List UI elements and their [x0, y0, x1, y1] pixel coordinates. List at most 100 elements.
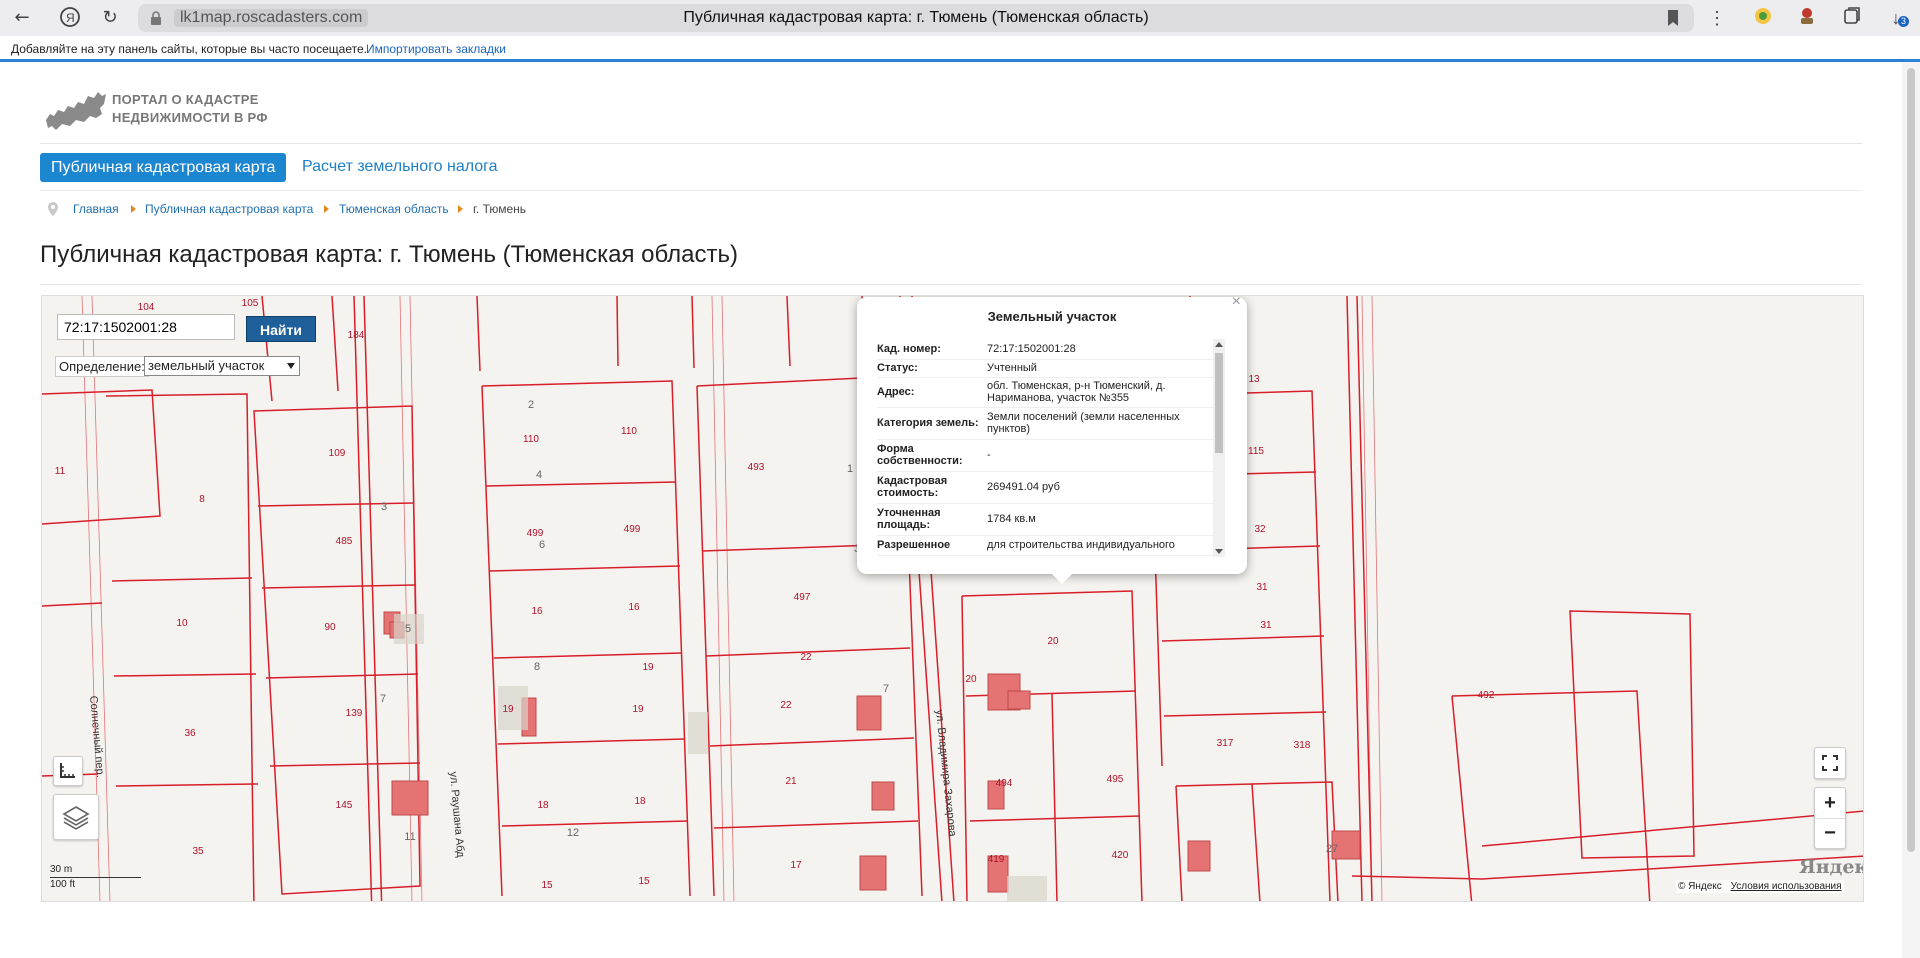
parcel-label: 16 — [628, 602, 640, 613]
breadcrumb-cadastral-map[interactable]: Публичная кадастровая карта — [145, 202, 313, 216]
parcel-info-popup: × Земельный участок Кад. номер: 72:17:150… — [857, 296, 1247, 584]
bookmark-icon[interactable] — [1666, 9, 1680, 27]
parcel-label: 317 — [1217, 738, 1234, 749]
tab-land-tax[interactable]: Расчет земельного налога — [302, 158, 498, 176]
parcel-label: 497 — [794, 592, 811, 603]
parcel-label: 19 — [502, 704, 514, 715]
attr-value: 1784 кв.м — [987, 503, 1213, 536]
popup-tail — [1052, 574, 1072, 584]
parcel-label: 5 — [405, 623, 411, 635]
address-bar[interactable]: lk1map.roscadasters.com Публичная кадаст… — [138, 4, 1694, 32]
layers-button[interactable] — [53, 794, 99, 840]
attr-value: Учтенный — [987, 359, 1213, 378]
attr-value: 269491.04 руб — [987, 471, 1213, 504]
fullscreen-button[interactable] — [1814, 747, 1846, 779]
attr-key: Кад. номер: — [877, 339, 987, 360]
parcel-label: 3 — [381, 501, 387, 513]
site-logo-text[interactable]: ПОРТАЛ О КАДАСТРЕ НЕДВИЖИМОСТИ В РФ — [112, 91, 268, 127]
scroll-up-icon[interactable] — [1215, 342, 1223, 347]
tab-cadastral-map[interactable]: Публичная кадастровая карта — [40, 153, 287, 182]
parcel-label: 17 — [790, 860, 802, 871]
parcel-label: 19 — [642, 662, 654, 673]
attr-key: Адрес: — [877, 377, 987, 408]
parcel-label: 492 — [1478, 690, 1495, 701]
breadcrumb-home[interactable]: Главная — [73, 202, 119, 216]
parcel-attributes-table: Кад. номер: 72:17:1502001:28 Статус: Учтен… — [877, 339, 1213, 556]
find-button[interactable]: Найти — [246, 316, 316, 342]
parcel-label: 4 — [536, 469, 542, 481]
logo-line-2: НЕДВИЖИМОСТИ В РФ — [112, 110, 268, 125]
parcel-label: 104 — [138, 302, 155, 313]
russia-map-logo-icon[interactable] — [44, 86, 108, 132]
zoom-in-button[interactable]: + — [1815, 788, 1845, 818]
parcel-label: 22 — [800, 652, 812, 663]
attr-key: Форма собственности: — [877, 439, 987, 472]
table-row: Статус: Учтенный — [877, 359, 1213, 378]
parcel-label: 8 — [199, 494, 205, 505]
profile-extension-icon[interactable] — [1795, 6, 1819, 30]
attr-value: обл. Тюменская, р-н Тюменский, д. Нарима… — [987, 377, 1213, 408]
parcel-label: 11 — [55, 466, 66, 477]
location-pin-icon — [48, 202, 58, 216]
downloads-icon[interactable]: ↓ 3 — [1884, 6, 1910, 30]
table-row: Кадастровая стоимость: 269491.04 руб — [877, 471, 1213, 504]
zoom-out-button[interactable]: − — [1815, 818, 1845, 849]
breadcrumb-region[interactable]: Тюменская область — [339, 202, 449, 216]
street-raushana: ул. Раушана Абд — [447, 771, 467, 858]
yandex-logo[interactable]: Яндекс — [1799, 856, 1863, 878]
downloads-badge: 3 — [1898, 16, 1910, 27]
map-scale: 30 m 100 ft — [50, 864, 141, 890]
yandex-browser-icon[interactable]: Я — [58, 6, 82, 30]
attr-value: - — [987, 439, 1213, 472]
terms-link[interactable]: Условия использования — [1731, 881, 1842, 892]
parcel-label: 13 — [1248, 374, 1260, 385]
zoom-control: + − — [1814, 787, 1846, 849]
browser-toolbar: ← Я ↻ lk1map.roscadasters.com Публичная … — [0, 0, 1920, 36]
ruler-button[interactable] — [53, 756, 83, 786]
cadastral-search-input[interactable] — [57, 314, 235, 340]
parcel-label: 420 — [1112, 850, 1129, 861]
fullscreen-icon — [1822, 755, 1838, 771]
more-menu-icon[interactable]: ⋮ — [1705, 6, 1729, 30]
popup-scrollbar-thumb[interactable] — [1215, 353, 1223, 453]
definition-select[interactable]: земельный участок — [144, 356, 300, 376]
page-scrollbar[interactable] — [1902, 62, 1920, 958]
parcel-label: 11 — [404, 831, 415, 843]
reload-icon[interactable]: ↻ — [98, 6, 122, 30]
page-title: Публичная кадастровая карта: г. Тюмень (… — [40, 241, 738, 268]
parcel-label: 485 — [336, 536, 353, 547]
parcel-label: 2 — [528, 399, 534, 411]
parcel-label: 16 — [531, 606, 543, 617]
import-bookmarks-link[interactable]: Импортировать закладки — [366, 42, 506, 56]
parcel-label: 110 — [523, 434, 539, 445]
tab-title: Публичная кадастровая карта: г. Тюмень (… — [683, 9, 1149, 26]
cadastral-map[interactable]: 104 105 184 11 8 109 485 10 90 36 139 14… — [41, 295, 1864, 902]
collections-icon[interactable] — [1840, 6, 1864, 30]
parcel-label: 90 — [324, 622, 336, 633]
scroll-down-icon[interactable] — [1215, 549, 1223, 554]
table-row: Разрешенное для строительства индивидуаль… — [877, 535, 1213, 556]
parcel-label: 35 — [192, 846, 204, 857]
parcel-label: 22 — [780, 700, 792, 711]
breadcrumb-arrow-icon — [131, 205, 136, 213]
extension-icon[interactable] — [1751, 6, 1775, 30]
attr-value: 72:17:1502001:28 — [987, 339, 1213, 360]
definition-select-value: земельный участок — [148, 358, 265, 373]
breadcrumb-current: г. Тюмень — [473, 202, 527, 216]
parcel-label: 20 — [965, 674, 977, 685]
parcel-label: 6 — [539, 539, 545, 551]
parcel-label: 495 — [1107, 774, 1124, 785]
svg-text:Я: Я — [66, 11, 75, 25]
back-icon[interactable]: ← — [10, 6, 34, 30]
popup-scrollbar[interactable] — [1213, 339, 1225, 557]
table-row: Уточненная площадь: 1784 кв.м — [877, 503, 1213, 536]
table-row: Адрес: обл. Тюменская, р-н Тюменский, д. … — [877, 377, 1213, 408]
attr-key: Уточненная площадь: — [877, 503, 987, 536]
scrollbar-thumb[interactable] — [1907, 68, 1915, 852]
divider — [40, 190, 1862, 191]
parcel-label: 19 — [632, 704, 644, 715]
parcel-label: 10 — [176, 618, 188, 629]
parcel-label: 493 — [748, 462, 765, 473]
divider — [40, 143, 1862, 144]
attr-key: Разрешенное — [877, 535, 987, 556]
